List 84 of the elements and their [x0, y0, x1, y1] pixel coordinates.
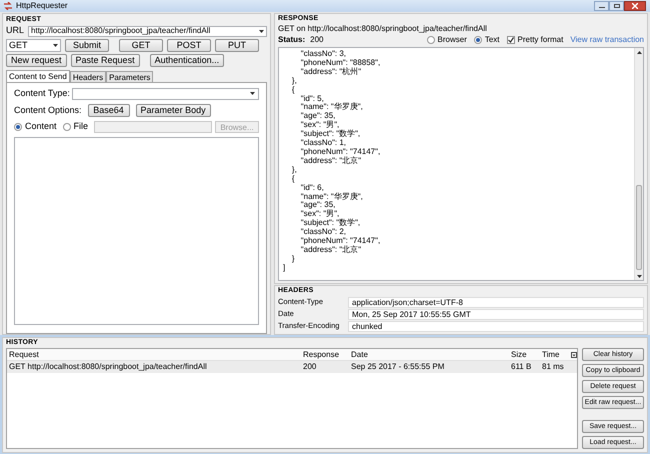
status-label: Status: — [278, 34, 306, 46]
maximize-button[interactable] — [609, 1, 624, 11]
code-line: { — [290, 86, 295, 95]
status-value: 200 — [310, 34, 324, 46]
dropdown-arrow-icon — [259, 30, 264, 32]
code-line: }, — [290, 166, 298, 174]
minimize-button[interactable] — [594, 1, 609, 11]
radio-button[interactable] — [62, 122, 71, 131]
table-cell-text: 200 — [303, 361, 318, 373]
tab[interactable]: Headers — [70, 71, 106, 82]
code-line: "id": 5, — [300, 94, 325, 104]
dropdown-arrow-icon — [53, 44, 58, 47]
code-line: "phoneNum": "74147", — [300, 148, 382, 156]
radio-label: File — [74, 120, 88, 133]
table-cell-text: Sep 25 2017 - 6:55:55 PM — [351, 361, 446, 373]
radio-label: Browser — [438, 34, 467, 46]
code-line: "address": "杭州" — [300, 68, 362, 77]
button[interactable]: Base64 — [88, 104, 130, 117]
dropdown-arrow-icon — [250, 92, 255, 96]
button[interactable]: Authentication... — [150, 54, 224, 67]
code-line: "sex": "男", — [300, 121, 340, 130]
code-line: "name": "华罗庚", — [300, 103, 364, 112]
content-type-label: Content Type: — [14, 87, 71, 100]
column-picker-icon[interactable] — [571, 352, 577, 358]
button[interactable]: Paste Request — [70, 54, 140, 67]
column-header[interactable]: Date — [351, 348, 511, 360]
code-line: "address": "北京" — [300, 246, 362, 255]
content-options-label: Content Options: — [14, 104, 82, 117]
button[interactable]: New request — [6, 54, 67, 67]
column-header[interactable]: Time — [542, 348, 568, 360]
column-header[interactable]: Response — [303, 348, 351, 360]
window-title: HttpRequester — [16, 0, 68, 12]
close-icon — [632, 3, 638, 9]
header-value: application/json;charset=UTF-8 — [348, 296, 644, 308]
app-icon — [4, 2, 12, 10]
button[interactable]: PUT — [215, 39, 259, 52]
view-raw-link[interactable]: View raw transaction — [570, 34, 644, 46]
code-line: } — [290, 254, 296, 264]
code-line: "subject": "数学", — [300, 130, 362, 139]
tab[interactable]: Parameters — [106, 71, 154, 82]
table-cell-text: GET http://localhost:8080/springboot_jpa/teacher/findAll — [8, 361, 208, 373]
dropdown-arrow-icon — [636, 274, 642, 278]
method-dropdown[interactable]: GET — [6, 39, 61, 52]
url-label: URL — [6, 24, 24, 38]
code-line: { — [290, 174, 295, 184]
code-line: }, — [290, 76, 298, 85]
column-header[interactable]: Size — [511, 348, 542, 360]
checkbox-label: Pretty format — [518, 34, 564, 46]
history-row[interactable]: GET http://localhost:8080/springboot_jpa/teacher/findAll 200 Sep 25 2017 - 6:55:55 PM 611 B 81 ms — [7, 361, 577, 373]
file-path-field[interactable] — [94, 120, 212, 133]
code-line: "name": "华罗庚", — [300, 192, 364, 201]
button[interactable]: Parameter Body — [136, 104, 211, 117]
response-summary: GET on http://localhost:8080/springboot_jpa/teacher/findAll — [278, 24, 488, 34]
code-line: "age": 35, — [300, 201, 336, 210]
scrollbar[interactable] — [634, 48, 643, 280]
code-line: ] — [283, 264, 286, 273]
scroll-up-icon — [636, 50, 642, 54]
radio-button[interactable] — [426, 36, 435, 44]
column-header[interactable]: Request — [7, 348, 303, 360]
code-line: "age": 35, — [300, 112, 336, 120]
tab[interactable]: Content to Send — [6, 70, 70, 82]
table-cell-text: 611 B — [511, 361, 532, 373]
radio-button[interactable] — [14, 122, 22, 131]
header-value: chunked — [348, 320, 644, 332]
code-line: "id": 6, — [300, 184, 325, 192]
url-field[interactable]: http://localhost:8080/springboot_jpa/teacher/findAll — [28, 26, 267, 36]
header-value: Mon, 25 Sep 2017 10:55:55 GMT — [348, 308, 644, 320]
table-cell-text: 81 ms — [542, 361, 565, 373]
code-line: "subject": "数学", — [300, 219, 362, 228]
code-line: "address": "北京" — [300, 156, 362, 166]
checkbox[interactable] — [506, 36, 515, 44]
close-button[interactable] — [624, 1, 646, 11]
code-line: "phoneNum": "88858", — [300, 58, 382, 67]
radio-button[interactable] — [474, 36, 482, 44]
code-line: "classNo": 3, — [300, 50, 348, 59]
code-line: "classNo": 1, — [300, 139, 348, 148]
code-line: "sex": "男", — [300, 210, 340, 218]
button[interactable]: POST — [167, 39, 211, 52]
radio-label: Content — [25, 120, 57, 133]
button[interactable]: Submit — [65, 39, 109, 52]
button[interactable]: GET — [119, 39, 163, 52]
radio-label: Text — [484, 34, 500, 46]
code-line: "classNo": 2, — [300, 228, 348, 237]
code-line: "phoneNum": "74147", — [300, 237, 382, 246]
